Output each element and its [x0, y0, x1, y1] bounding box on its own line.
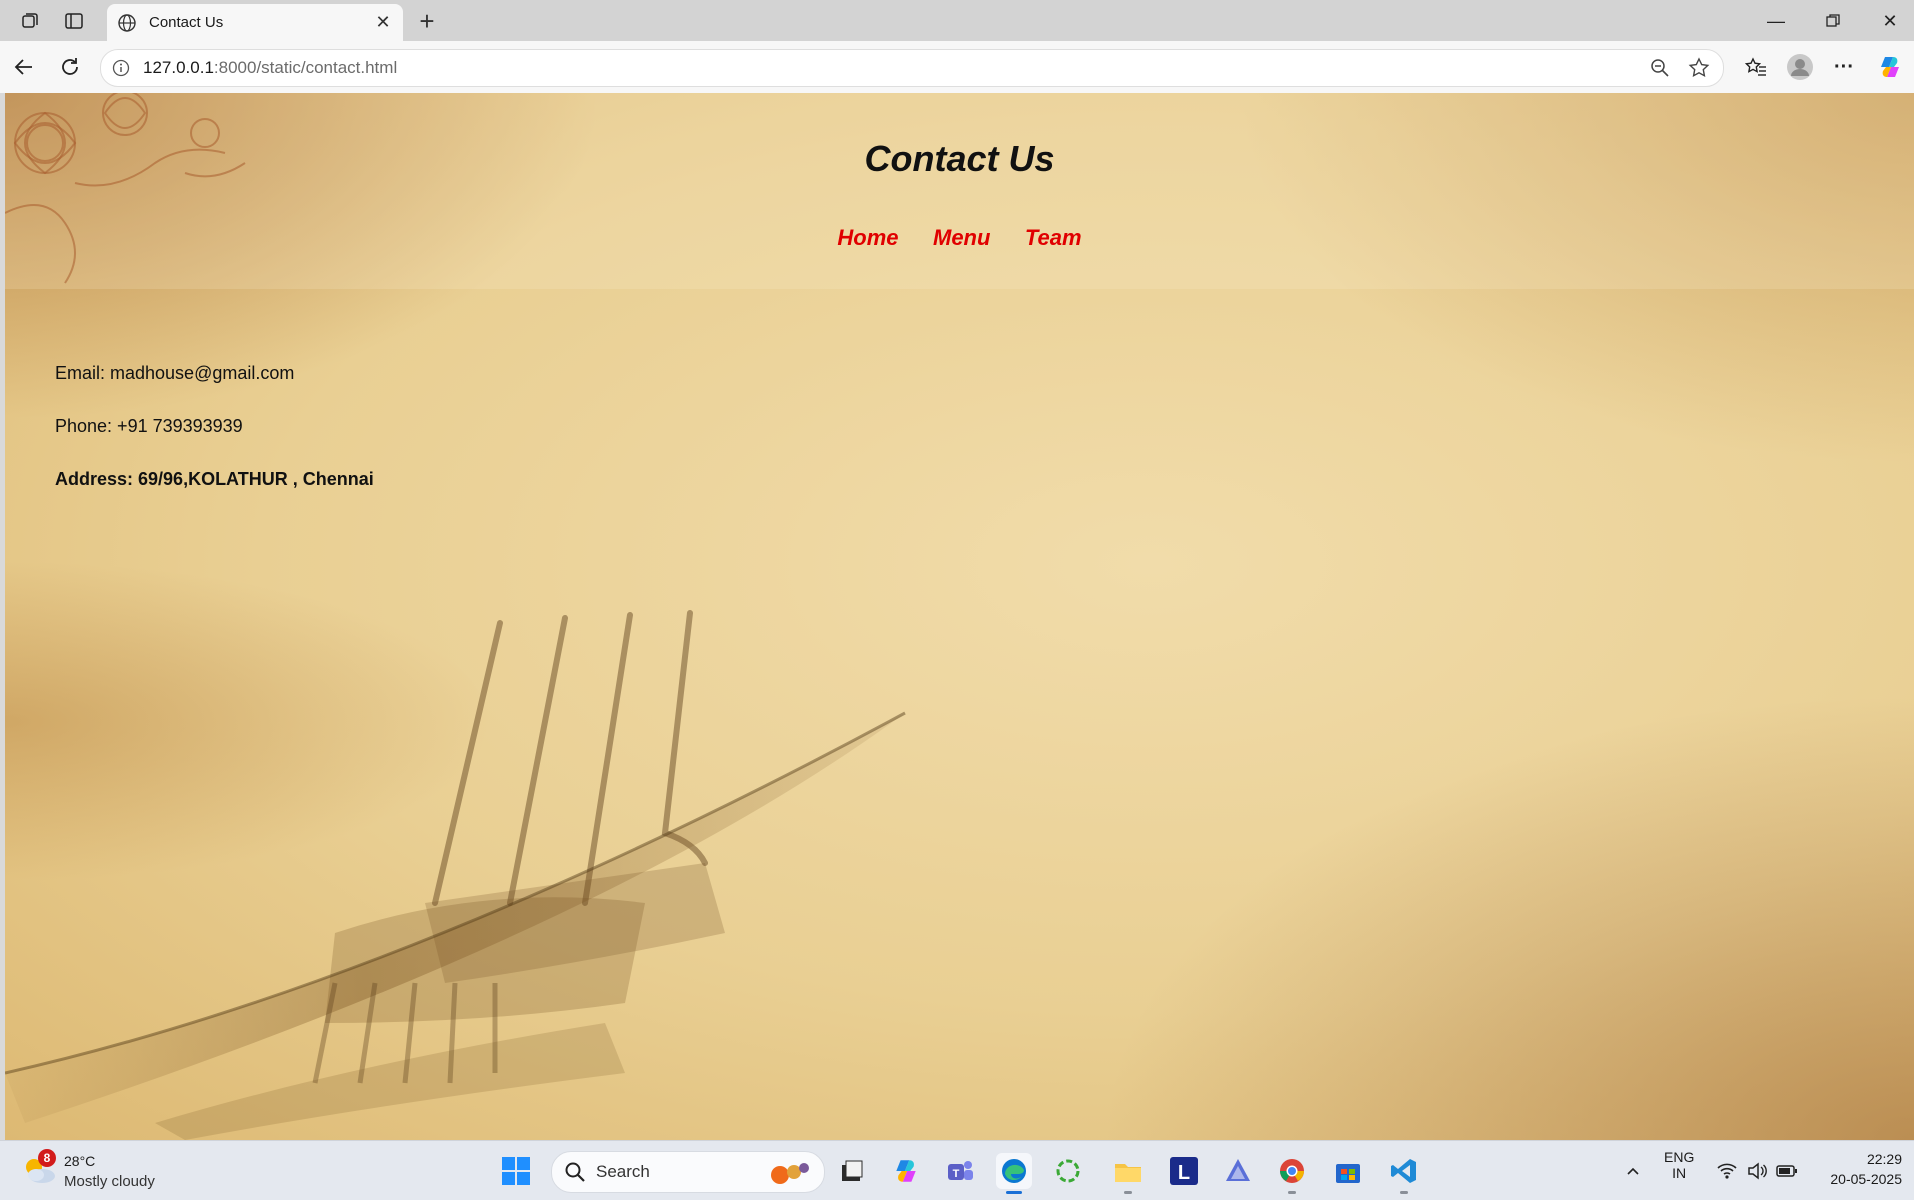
copilot-icon[interactable] [1876, 53, 1904, 81]
store-icon[interactable] [1330, 1153, 1366, 1189]
contact-details: Email: madhouse@gmail.com Phone: +91 739… [55, 363, 374, 522]
vertical-tabs-icon[interactable] [62, 9, 86, 33]
taskbar-search-box[interactable]: Search [551, 1151, 825, 1193]
language-indicator[interactable]: ENG IN [1664, 1149, 1694, 1181]
contact-address: Address: 69/96,KOLATHUR , Chennai [55, 469, 374, 489]
refresh-app-icon[interactable] [1050, 1153, 1086, 1189]
globe-icon [115, 11, 139, 35]
chevron-up-icon[interactable] [1622, 1160, 1644, 1182]
volume-icon[interactable] [1746, 1160, 1768, 1182]
fork-knife-background-image [5, 610, 906, 1140]
active-tab[interactable]: Contact Us ✕ [107, 4, 403, 41]
running-indicator [1006, 1191, 1022, 1194]
zoom-out-icon[interactable] [1649, 57, 1671, 79]
copilot-app-icon[interactable] [888, 1153, 924, 1189]
system-clock[interactable]: 22:29 20-05-2025 [1830, 1149, 1902, 1189]
back-icon[interactable] [10, 53, 38, 81]
contact-phone: Phone: +91 739393939 [55, 416, 243, 436]
chrome-icon[interactable] [1274, 1153, 1310, 1194]
affinity-icon[interactable] [1220, 1153, 1256, 1189]
workspaces-icon[interactable] [18, 9, 42, 33]
browser-toolbar: 127.0.0.1:8000/static/contact.html ··· [0, 41, 1914, 93]
browser-tab-strip: Contact Us ✕ + — ✕ [0, 0, 1914, 41]
address-bar[interactable]: 127.0.0.1:8000/static/contact.html [100, 49, 1724, 87]
file-explorer-icon[interactable] [1110, 1153, 1146, 1194]
vscode-icon[interactable] [1386, 1153, 1422, 1194]
weather-badge: 8 [38, 1149, 56, 1167]
windows-taskbar: 8 28°C Mostly cloudy Search T L ENG IN 2… [0, 1140, 1914, 1200]
search-icon [565, 1162, 585, 1182]
nav-link-home[interactable]: Home [837, 225, 898, 251]
running-indicator [1124, 1191, 1132, 1194]
contact-email: Email: madhouse@gmail.com [55, 363, 295, 383]
teams-icon[interactable]: T [942, 1153, 978, 1189]
main-nav: Home Menu Team [5, 225, 1914, 251]
header-band [5, 93, 1914, 289]
search-highlight-icon [771, 1163, 809, 1184]
weather-widget[interactable]: 8 28°C Mostly cloudy [20, 1149, 170, 1193]
url-text: 127.0.0.1:8000/static/contact.html [143, 58, 397, 78]
svg-text:L: L [1178, 1162, 1190, 1184]
site-info-icon[interactable] [111, 58, 131, 78]
edge-icon[interactable] [996, 1153, 1032, 1194]
nav-link-menu[interactable]: Menu [933, 225, 990, 251]
l-app-icon[interactable]: L [1166, 1153, 1202, 1189]
new-tab-button[interactable]: + [414, 6, 440, 36]
weather-condition: Mostly cloudy [64, 1173, 155, 1190]
search-label: Search [596, 1162, 650, 1181]
close-tab-icon[interactable]: ✕ [371, 11, 395, 35]
start-icon[interactable] [498, 1153, 534, 1189]
running-indicator [1288, 1191, 1296, 1194]
more-menu-icon[interactable]: ··· [1830, 53, 1858, 81]
page-viewport: Contact Us Home Menu Team Email: madhous… [5, 93, 1914, 1140]
wifi-icon[interactable] [1716, 1160, 1738, 1182]
minimize-button[interactable]: — [1756, 8, 1796, 34]
url-path: :8000/static/contact.html [213, 58, 398, 77]
clock-time: 22:29 [1866, 1151, 1902, 1167]
close-window-button[interactable]: ✕ [1870, 8, 1910, 34]
running-indicator [1400, 1191, 1408, 1194]
file-browser-icon[interactable] [834, 1153, 870, 1189]
restore-button[interactable] [1813, 8, 1853, 34]
clock-date: 20-05-2025 [1830, 1171, 1902, 1187]
nav-link-team[interactable]: Team [1025, 225, 1082, 251]
profile-avatar-icon[interactable] [1786, 53, 1814, 81]
tab-title: Contact Us [149, 14, 224, 31]
language-region: IN [1672, 1165, 1687, 1181]
favorites-icon[interactable] [1742, 53, 1770, 81]
reload-icon[interactable] [56, 53, 84, 81]
svg-text:T: T [953, 1168, 960, 1180]
favorite-star-icon[interactable] [1687, 56, 1711, 80]
weather-temp: 28°C [64, 1153, 96, 1169]
page-title: Contact Us [864, 138, 1055, 179]
battery-icon[interactable] [1776, 1160, 1798, 1182]
language-code: ENG [1664, 1149, 1695, 1165]
url-host: 127.0.0.1 [143, 58, 214, 77]
